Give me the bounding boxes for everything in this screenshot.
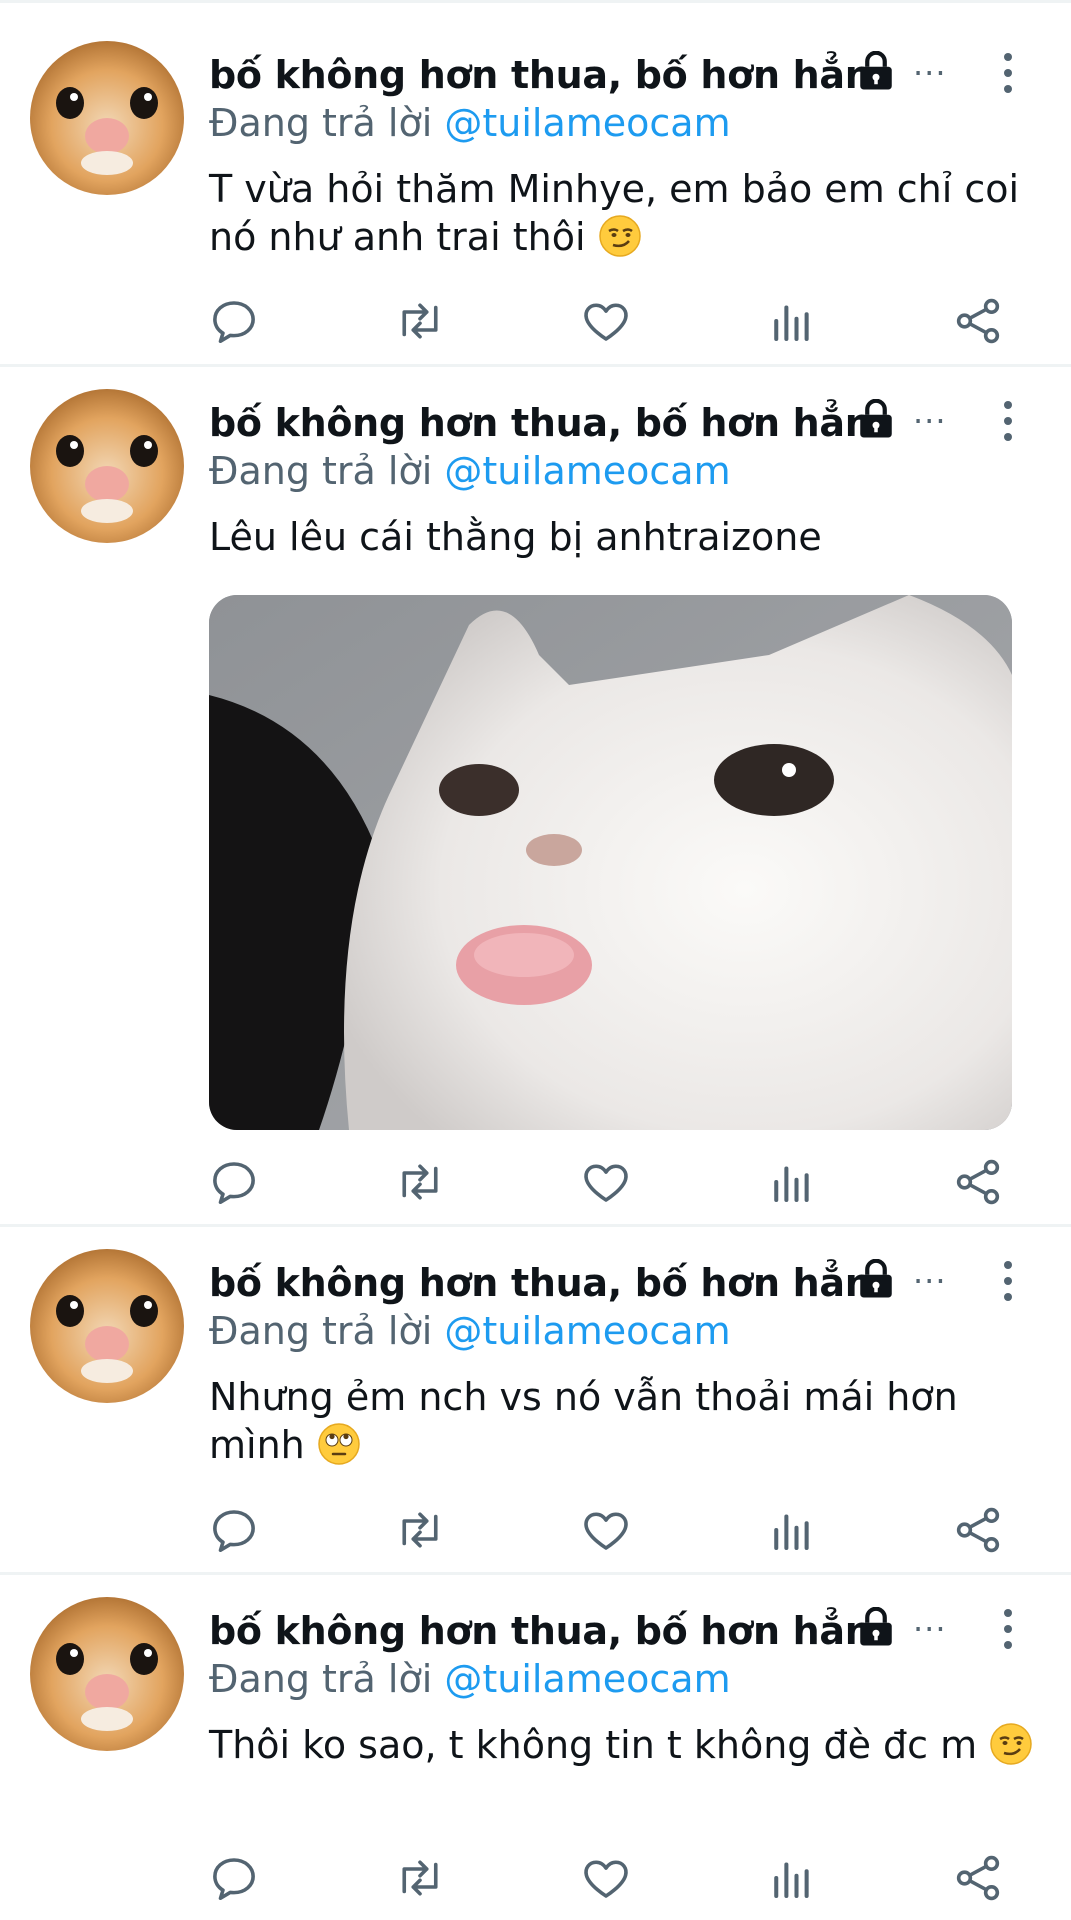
reply-prefix: Đang trả lời — [209, 449, 433, 493]
display-name[interactable]: bố không hơn thua, bố hơn hẳn — [209, 1261, 872, 1305]
reply-icon — [213, 1510, 255, 1553]
display-name[interactable]: bố không hơn thua, bố hơn hẳn — [209, 53, 872, 97]
lock-icon — [860, 399, 892, 438]
reply-button[interactable] — [207, 1851, 261, 1905]
smirking-face-icon — [990, 1723, 1033, 1765]
tweet[interactable]: bố không hơn thua, bố hơn hẳn ··· Đang t… — [0, 364, 1071, 1224]
tweet-text: Lêu lêu cái thằng bị anhtraizone — [209, 513, 1039, 561]
tweet-actions — [205, 1155, 1025, 1209]
avatar[interactable] — [30, 389, 184, 543]
tweet-text: Thôi ko sao, t không tin t không đè đc m — [209, 1721, 1039, 1769]
replying-to: Đang trả lời @tuilameocam — [209, 101, 731, 145]
like-button[interactable] — [579, 1503, 633, 1557]
more-horizontal-icon[interactable]: ··· — [913, 1265, 947, 1297]
more-vertical-icon[interactable] — [996, 51, 1020, 95]
share-button[interactable] — [951, 1155, 1005, 1209]
more-horizontal-icon[interactable]: ··· — [913, 405, 947, 437]
tweet-actions — [205, 1503, 1025, 1557]
face-with-rolling-eyes-icon — [318, 1423, 360, 1465]
reply-prefix: Đang trả lời — [209, 1657, 433, 1701]
cat-tongue-photo-icon — [209, 595, 1012, 1130]
tweet-text-content: Lêu lêu cái thằng bị anhtraizone — [209, 515, 822, 559]
reply-handle-link[interactable]: @tuilameocam — [444, 101, 730, 145]
retweet-button[interactable] — [393, 294, 447, 348]
retweet-icon — [402, 303, 438, 339]
reply-button[interactable] — [207, 294, 261, 348]
analytics-icon — [774, 1166, 809, 1203]
tweet[interactable]: bố không hơn thua, bố hơn hẳn ··· Đang t… — [0, 0, 1071, 364]
retweet-icon — [402, 1860, 438, 1896]
avatar[interactable] — [30, 1597, 184, 1751]
replying-to: Đang trả lời @tuilameocam — [209, 1309, 731, 1353]
share-button[interactable] — [951, 1851, 1005, 1905]
retweet-button[interactable] — [393, 1503, 447, 1557]
share-button[interactable] — [951, 1503, 1005, 1557]
more-vertical-icon[interactable] — [996, 1607, 1020, 1651]
more-vertical-icon[interactable] — [996, 1259, 1020, 1303]
tweet-feed: bố không hơn thua, bố hơn hẳn ··· Đang t… — [0, 0, 1071, 1920]
display-name[interactable]: bố không hơn thua, bố hơn hẳn — [209, 1609, 872, 1653]
reply-handle-link[interactable]: @tuilameocam — [444, 449, 730, 493]
reply-prefix: Đang trả lời — [209, 101, 433, 145]
views-button[interactable] — [765, 294, 819, 348]
tweet[interactable]: bố không hơn thua, bố hơn hẳn ··· Đang t… — [0, 1572, 1071, 1920]
analytics-icon — [774, 305, 809, 342]
lock-icon — [860, 1259, 892, 1298]
share-icon — [956, 298, 1000, 344]
reply-icon — [213, 1858, 255, 1901]
retweet-button[interactable] — [393, 1155, 447, 1209]
reply-icon — [213, 301, 255, 344]
avatar[interactable] — [30, 1249, 184, 1403]
tweet[interactable]: bố không hơn thua, bố hơn hẳn ··· Đang t… — [0, 1224, 1071, 1572]
tweet-text: Nhưng ẻm nch vs nó vẫn thoải mái hơn mìn… — [209, 1373, 1039, 1469]
more-horizontal-icon[interactable]: ··· — [913, 1613, 947, 1645]
display-name[interactable]: bố không hơn thua, bố hơn hẳn — [209, 401, 872, 445]
heart-icon — [584, 1860, 628, 1898]
tweet-text: T vừa hỏi thăm Minhye, em bảo em chỉ coi… — [209, 165, 1039, 261]
like-button[interactable] — [579, 1155, 633, 1209]
lock-icon — [860, 1607, 892, 1646]
retweet-icon — [402, 1512, 438, 1548]
share-icon — [956, 1855, 1000, 1901]
tweet-actions — [205, 294, 1025, 348]
views-button[interactable] — [765, 1503, 819, 1557]
more-horizontal-icon[interactable]: ··· — [913, 57, 947, 89]
share-button[interactable] — [951, 294, 1005, 348]
replying-to: Đang trả lời @tuilameocam — [209, 449, 731, 493]
heart-icon — [584, 303, 628, 341]
views-button[interactable] — [765, 1851, 819, 1905]
avatar[interactable] — [30, 41, 184, 195]
smirking-face-icon — [598, 215, 641, 257]
tweet-text-content: Thôi ko sao, t không tin t không đè đc m — [209, 1723, 978, 1767]
heart-icon — [584, 1512, 628, 1550]
replying-to: Đang trả lời @tuilameocam — [209, 1657, 731, 1701]
reply-handle-link[interactable]: @tuilameocam — [444, 1657, 730, 1701]
like-button[interactable] — [579, 294, 633, 348]
reply-handle-link[interactable]: @tuilameocam — [444, 1309, 730, 1353]
like-button[interactable] — [579, 1851, 633, 1905]
share-icon — [956, 1159, 1000, 1205]
retweet-icon — [402, 1164, 438, 1200]
reply-icon — [213, 1162, 255, 1205]
share-icon — [956, 1507, 1000, 1553]
lock-icon — [860, 51, 892, 90]
more-vertical-icon[interactable] — [996, 399, 1020, 443]
tweet-actions — [205, 1851, 1025, 1905]
reply-button[interactable] — [207, 1155, 261, 1209]
analytics-icon — [774, 1862, 809, 1899]
heart-icon — [584, 1164, 628, 1202]
views-button[interactable] — [765, 1155, 819, 1209]
reply-prefix: Đang trả lời — [209, 1309, 433, 1353]
tweet-media-image[interactable] — [209, 595, 1012, 1130]
reply-button[interactable] — [207, 1503, 261, 1557]
analytics-icon — [774, 1514, 809, 1551]
retweet-button[interactable] — [393, 1851, 447, 1905]
